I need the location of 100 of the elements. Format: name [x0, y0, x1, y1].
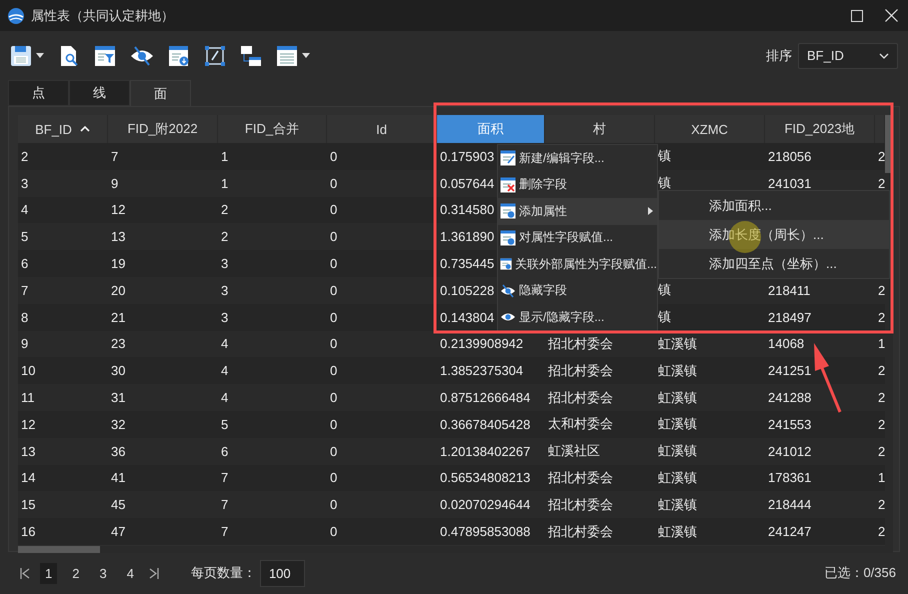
table-cell: 招北村委会: [548, 496, 613, 514]
table-cell: 0.175903: [440, 148, 494, 164]
app-logo-icon: [7, 6, 25, 24]
table-cell: 7: [221, 497, 228, 512]
scrollbar-thumb[interactable]: [18, 546, 100, 553]
window-title: 属性表（共同认定耕地）: [31, 6, 174, 24]
table-cell: 2: [878, 148, 885, 164]
table-cell: 招北村委会: [548, 334, 613, 353]
table-cell: 5: [21, 229, 28, 244]
table-cell: 0: [330, 282, 338, 298]
linked-boxes-icon[interactable]: [240, 44, 262, 66]
table-cell: 2: [878, 176, 885, 191]
table-cell: 2: [878, 310, 885, 325]
tab[interactable]: 点: [8, 80, 69, 106]
table-cell: 招北村委会: [548, 468, 613, 487]
table-cell: 0: [330, 416, 338, 432]
tab[interactable]: 线: [69, 80, 130, 106]
table-cell: 4: [221, 363, 228, 378]
table-cell: 241553: [768, 416, 812, 432]
table-cell: 招北村委会: [548, 522, 613, 541]
list-icon[interactable]: [276, 44, 298, 66]
menu-item[interactable]: 删除字段: [498, 172, 657, 198]
table-cell: 虹溪镇: [658, 522, 697, 541]
table-cell: 0: [330, 336, 338, 352]
table-cell: 7: [21, 282, 28, 298]
page-link[interactable]: 1: [40, 562, 58, 584]
sort-dropdown[interactable]: BF_ID: [798, 42, 898, 68]
menu-item[interactable]: 添加四至点（坐标）...: [659, 249, 889, 278]
menu-item[interactable]: 隐藏字段: [498, 278, 657, 304]
table-cell: 2: [221, 202, 228, 218]
menu-item[interactable]: 显示/隐藏字段...: [498, 304, 657, 330]
table-cell: 13: [21, 444, 36, 459]
edit-frame-icon[interactable]: [204, 44, 226, 66]
table-cell: 218056: [768, 148, 812, 164]
tab[interactable]: 面: [130, 80, 191, 106]
edit-document-icon: [500, 150, 516, 166]
table-cell: 12: [21, 416, 36, 432]
table-cell: 45: [111, 497, 126, 512]
page-link[interactable]: 3: [94, 562, 112, 584]
table-cell: 虹溪镇: [658, 362, 697, 380]
first-page-icon[interactable]: [20, 568, 30, 578]
caret-icon[interactable]: [36, 53, 44, 58]
chevron-down-icon: [879, 52, 889, 58]
table-cell: 31: [111, 390, 126, 406]
column-header[interactable]: 面积: [437, 115, 545, 143]
table-cell: 218497: [768, 310, 812, 325]
menu-item[interactable]: 添加面积...: [659, 191, 889, 220]
table-cell: 218444: [768, 497, 812, 512]
save-icon[interactable]: [10, 44, 32, 66]
menu-item[interactable]: 添加长度（周长）...: [659, 220, 889, 249]
table-cell: 3: [221, 256, 228, 272]
table-cell: 0: [330, 390, 338, 406]
table-cell: 0: [330, 310, 338, 325]
document-download-icon[interactable]: [168, 44, 190, 66]
close-icon[interactable]: [885, 9, 898, 22]
table-cell: 0: [330, 148, 338, 164]
table-cell: 10: [21, 363, 36, 378]
menu-item[interactable]: 新建/编辑字段...: [498, 145, 657, 172]
table-cell: 镇: [658, 308, 671, 326]
document-icon: [500, 230, 516, 246]
menu-item[interactable]: 添加属性: [498, 198, 657, 224]
table-cell: 镇: [658, 281, 671, 300]
maximize-icon[interactable]: [851, 10, 863, 22]
filter-icon[interactable]: [94, 44, 116, 66]
page-size-field[interactable]: 100: [260, 560, 305, 586]
page-size-label: 每页数量：: [190, 564, 256, 582]
table-cell: 0: [330, 202, 338, 218]
table-cell: 太和村委会: [548, 415, 613, 434]
menu-item[interactable]: 关联外部属性为字段赋值...: [498, 251, 657, 278]
table-cell: 虹溪镇: [658, 388, 697, 407]
table-cell: 241288: [768, 390, 812, 406]
table-cell: 1.20138402267: [440, 444, 530, 459]
delete-document-icon: [500, 176, 516, 193]
table-cell: 虹溪镇: [658, 468, 697, 487]
document-icon: [500, 256, 512, 272]
table-cell: 虹溪镇: [658, 496, 697, 514]
table-cell: 8: [21, 310, 28, 325]
caret-icon[interactable]: [302, 53, 310, 58]
table-cell: 0: [330, 256, 338, 272]
table-cell: 1: [878, 336, 885, 352]
last-page-icon[interactable]: [148, 568, 159, 578]
table-cell: 镇: [658, 174, 671, 192]
table-cell: 招北村委会: [548, 388, 613, 407]
page-link[interactable]: 4: [122, 562, 139, 584]
table-cell: 4: [221, 336, 228, 352]
hidden-eye-icon[interactable]: [130, 44, 154, 66]
table-cell: 0: [330, 229, 338, 244]
table-cell: 0.36678405428: [440, 416, 530, 432]
table-cell: 0.47895853088: [440, 524, 530, 540]
page-link[interactable]: 2: [67, 562, 84, 584]
table-cell: 2: [878, 524, 885, 540]
table-cell: 3: [221, 282, 228, 298]
table-cell: 9: [111, 176, 118, 191]
table-cell: 14068: [768, 336, 804, 352]
document-search-icon[interactable]: [58, 44, 80, 66]
table-cell: 0: [330, 444, 338, 459]
table-cell: 0.143804: [440, 310, 494, 325]
table-cell: 5: [221, 416, 228, 432]
menu-item[interactable]: 对属性字段赋值...: [498, 224, 657, 251]
table-cell: 241247: [768, 524, 812, 540]
